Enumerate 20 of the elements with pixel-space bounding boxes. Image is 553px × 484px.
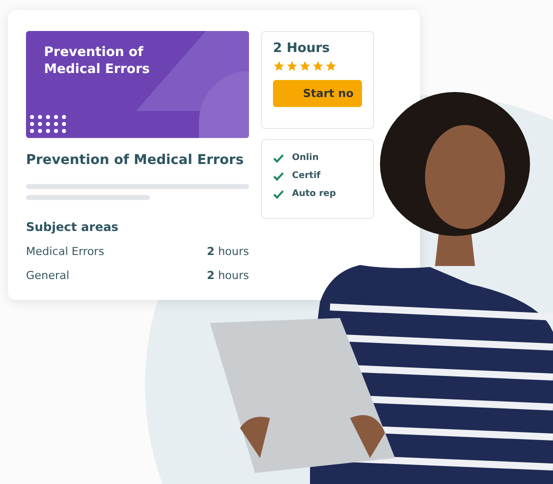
star-icon	[273, 60, 285, 72]
star-icon	[286, 60, 298, 72]
banner-title: Prevention of Medical Errors	[44, 44, 151, 78]
subject-hours: 2 hours	[206, 269, 249, 282]
subject-name: Medical Errors	[26, 245, 104, 258]
feature-label: Onlin	[292, 153, 319, 163]
feature-label: Auto rep	[292, 189, 336, 199]
star-icon	[325, 60, 337, 72]
check-icon	[273, 154, 284, 162]
subject-hours: 2 hours	[206, 245, 249, 258]
subject-name: General	[26, 269, 70, 282]
check-icon	[273, 172, 284, 180]
subject-heading: Subject areas	[26, 220, 120, 234]
check-icon	[273, 190, 284, 198]
start-button[interactable]: Start no	[273, 80, 362, 107]
feature-label: Certif	[292, 171, 320, 181]
duration-text: 2 Hours	[273, 41, 331, 56]
star-icon	[312, 60, 324, 72]
course-title: Prevention of Medical Errors	[26, 152, 245, 168]
star-icon	[299, 60, 311, 72]
